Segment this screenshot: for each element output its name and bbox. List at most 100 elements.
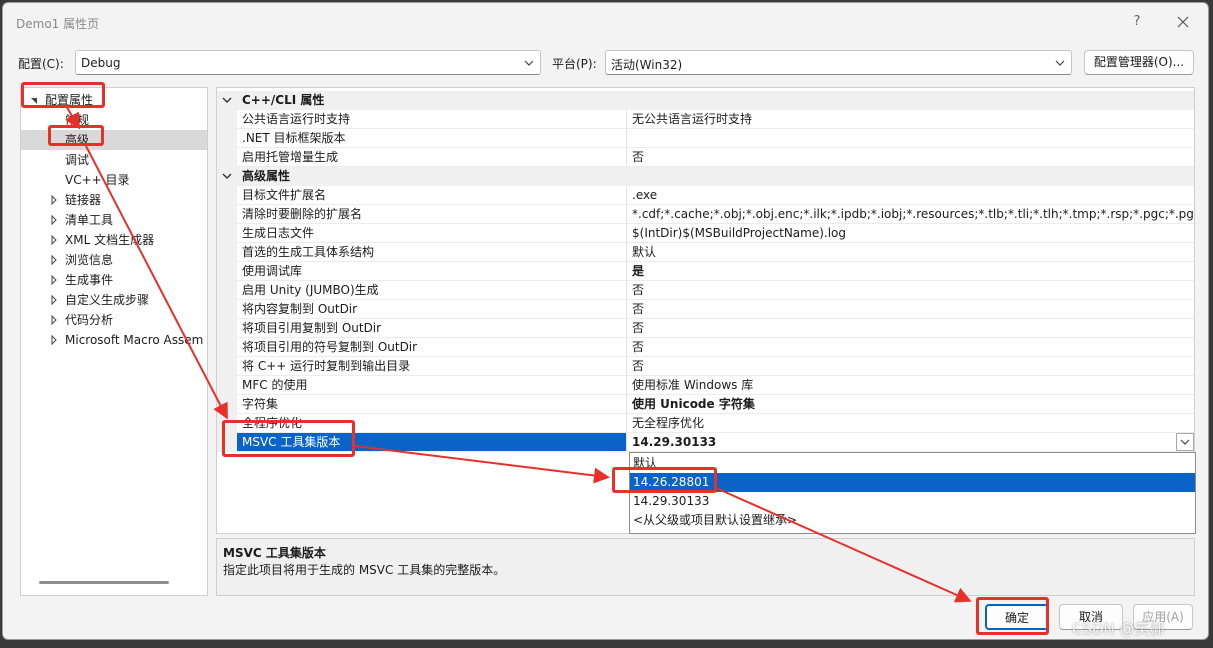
category-cpp-cli[interactable]: C++/CLI 属性 — [217, 91, 1194, 110]
collapsed-triangle-icon[interactable] — [49, 310, 59, 330]
property-row[interactable]: 生成日志文件 $(IntDir)$(MSBuildProjectName).lo… — [217, 224, 1194, 243]
row-gutter — [217, 357, 237, 376]
collapsed-triangle-icon[interactable] — [49, 230, 59, 250]
platform-select[interactable]: 活动(Win32) — [605, 50, 1072, 75]
property-value[interactable]: 是 — [626, 262, 1194, 281]
property-row[interactable]: .NET 目标框架版本 — [217, 129, 1194, 148]
platform-select-value: 活动(Win32) — [611, 58, 683, 72]
property-value[interactable]: 否 — [626, 148, 1194, 167]
chevron-down-icon[interactable] — [221, 91, 233, 110]
tree-item-browse-info[interactable]: 浏览信息 — [21, 250, 207, 270]
dropdown-option-highlighted[interactable]: 14.26.28801 — [630, 473, 1195, 492]
collapsed-triangle-icon[interactable] — [49, 250, 59, 270]
collapsed-triangle-icon[interactable] — [49, 270, 59, 290]
config-manager-button[interactable]: 配置管理器(O)... — [1084, 50, 1194, 75]
chevron-down-icon — [523, 56, 535, 70]
tree-item-masm[interactable]: Microsoft Macro Assem — [21, 330, 207, 350]
row-gutter — [217, 338, 237, 357]
collapsed-triangle-icon[interactable] — [49, 190, 59, 210]
dropdown-option[interactable]: <从父级或项目默认设置继承> — [630, 511, 1195, 530]
config-label: 配置(C): — [18, 57, 64, 71]
collapsed-triangle-icon[interactable] — [49, 290, 59, 310]
tree-item-debugging[interactable]: 调试 — [21, 150, 207, 170]
chevron-down-icon[interactable] — [221, 167, 233, 186]
property-value[interactable]: 否 — [626, 357, 1194, 376]
tree-item-manifest-tool[interactable]: 清单工具 — [21, 210, 207, 230]
property-value[interactable]: 使用标准 Windows 库 — [626, 376, 1194, 395]
property-row[interactable]: 启用 Unity (JUMBO)生成 否 — [217, 281, 1194, 300]
property-row[interactable]: MFC 的使用 使用标准 Windows 库 — [217, 376, 1194, 395]
help-button[interactable]: ? — [1127, 12, 1147, 32]
property-row[interactable]: 公共语言运行时支持 无公共语言运行时支持 — [217, 110, 1194, 129]
tree-item-label: 自定义生成步骤 — [65, 293, 150, 307]
collapsed-triangle-icon[interactable] — [49, 210, 59, 230]
row-gutter — [217, 414, 237, 433]
property-row[interactable]: 将内容复制到 OutDir 否 — [217, 300, 1194, 319]
property-name: 全程序优化 — [237, 414, 626, 433]
row-gutter — [217, 281, 237, 300]
property-value[interactable]: *.cdf;*.cache;*.obj;*.obj.enc;*.ilk;*.ip… — [626, 205, 1194, 224]
tree-item-advanced[interactable]: 高级 — [21, 130, 207, 150]
row-gutter — [217, 262, 237, 281]
property-value[interactable]: 否 — [626, 281, 1194, 300]
property-row-msvc-toolset[interactable]: MSVC 工具集版本 14.29.30133 — [217, 433, 1194, 452]
category-title: 高级属性 — [242, 169, 291, 183]
title-bar: Demo1 属性页 ? — [3, 3, 1208, 41]
tree-item-label: 生成事件 — [65, 273, 114, 287]
close-icon[interactable] — [1171, 11, 1195, 33]
tree-item-vc-directories[interactable]: VC++ 目录 — [21, 170, 207, 190]
dropdown-option[interactable]: 默认 — [630, 454, 1195, 473]
tree-item-config-properties[interactable]: 配置属性 — [21, 90, 207, 110]
property-row[interactable]: 使用调试库 是 — [217, 262, 1194, 281]
tree-item-custom-build[interactable]: 自定义生成步骤 — [21, 290, 207, 310]
property-name: 启用托管增量生成 — [237, 148, 626, 167]
row-gutter — [217, 129, 237, 148]
tree-item-xml-doc[interactable]: XML 文档生成器 — [21, 230, 207, 250]
property-value[interactable]: 否 — [626, 338, 1194, 357]
property-row[interactable]: 全程序优化 无全程序优化 — [217, 414, 1194, 433]
tree-horizontal-scrollbar[interactable] — [39, 581, 169, 584]
property-value[interactable]: 无全程序优化 — [626, 414, 1194, 433]
property-row[interactable]: 目标文件扩展名 .exe — [217, 186, 1194, 205]
property-row[interactable]: 清除时要删除的扩展名 *.cdf;*.cache;*.obj;*.obj.enc… — [217, 205, 1194, 224]
property-name: MSVC 工具集版本 — [237, 433, 626, 452]
property-name: 将项目引用的符号复制到 OutDir — [237, 338, 626, 357]
tree-item-linker[interactable]: 链接器 — [21, 190, 207, 210]
property-row[interactable]: 将 C++ 运行时复制到输出目录 否 — [217, 357, 1194, 376]
property-row[interactable]: 将项目引用复制到 OutDir 否 — [217, 319, 1194, 338]
property-row[interactable]: 首选的生成工具体系结构 默认 — [217, 243, 1194, 262]
tree-item-code-analysis[interactable]: 代码分析 — [21, 310, 207, 330]
watermark: CSDN @笑郝 — [1072, 620, 1165, 638]
property-row[interactable]: 启用托管增量生成 否 — [217, 148, 1194, 167]
property-value[interactable]: $(IntDir)$(MSBuildProjectName).log — [626, 224, 1194, 243]
property-name: 将项目引用复制到 OutDir — [237, 319, 626, 338]
expanded-triangle-icon[interactable] — [29, 90, 39, 110]
property-value[interactable]: 使用 Unicode 字符集 — [626, 395, 1194, 414]
collapsed-triangle-icon[interactable] — [49, 330, 59, 350]
tree-item-label: XML 文档生成器 — [65, 233, 155, 247]
property-value[interactable]: 默认 — [626, 243, 1194, 262]
property-row[interactable]: 将项目引用的符号复制到 OutDir 否 — [217, 338, 1194, 357]
property-value[interactable]: .exe — [626, 186, 1194, 205]
property-row[interactable]: 字符集 使用 Unicode 字符集 — [217, 395, 1194, 414]
config-select[interactable]: Debug — [75, 50, 541, 75]
row-gutter — [217, 186, 237, 205]
ok-button[interactable]: 确定 — [985, 604, 1049, 630]
dropdown-option[interactable]: 14.29.30133 — [630, 492, 1195, 511]
tree-item-build-events[interactable]: 生成事件 — [21, 270, 207, 290]
property-value[interactable]: 无公共语言运行时支持 — [626, 110, 1194, 129]
property-value[interactable]: 否 — [626, 319, 1194, 338]
property-name: 将 C++ 运行时复制到输出目录 — [237, 357, 626, 376]
toolset-dropdown-button[interactable] — [1176, 433, 1194, 451]
property-value[interactable]: 否 — [626, 300, 1194, 319]
property-name: .NET 目标框架版本 — [237, 129, 626, 148]
tree-item-general[interactable]: 常规 — [21, 110, 207, 130]
property-name: 使用调试库 — [237, 262, 626, 281]
toolset-dropdown-list: 默认 14.26.28801 14.29.30133 <从父级或项目默认设置继承… — [629, 452, 1196, 534]
property-name: 生成日志文件 — [237, 224, 626, 243]
row-gutter — [217, 376, 237, 395]
property-value[interactable] — [626, 129, 1194, 148]
category-advanced[interactable]: 高级属性 — [217, 167, 1194, 186]
property-value[interactable]: 14.29.30133 — [626, 433, 1194, 452]
row-gutter — [217, 395, 237, 414]
